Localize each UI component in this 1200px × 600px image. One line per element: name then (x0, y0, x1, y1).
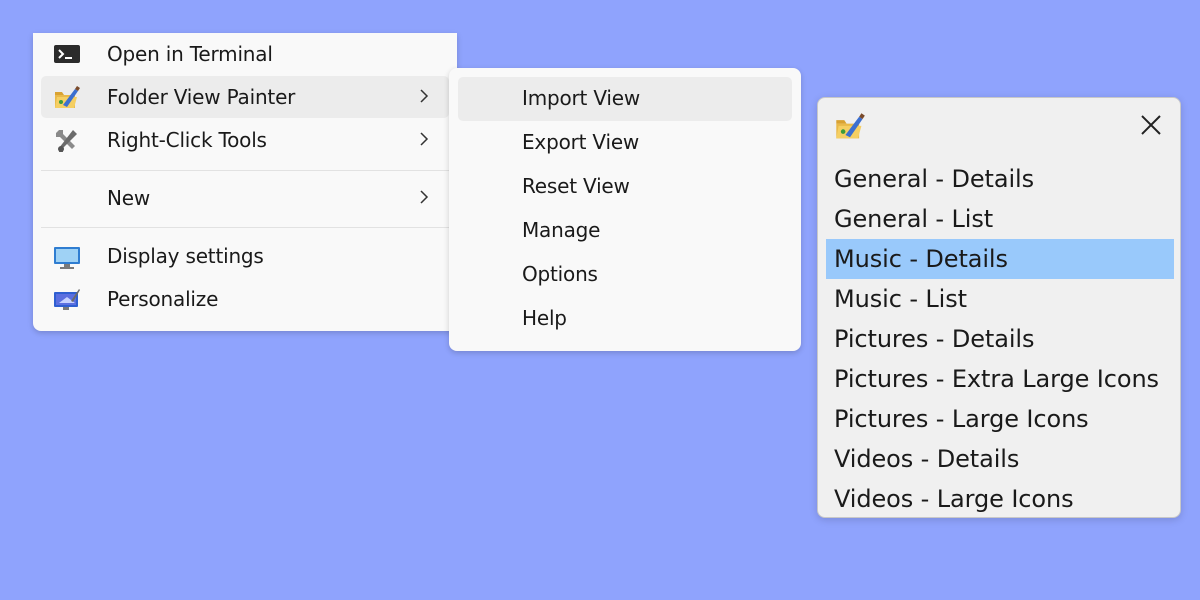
view-list-item-selected[interactable]: Music - Details (826, 239, 1174, 279)
submenu-item-options[interactable]: Options (458, 253, 792, 297)
submenu-item-manage[interactable]: Manage (458, 209, 792, 253)
terminal-icon (53, 42, 81, 66)
view-list-item[interactable]: Pictures - Large Icons (826, 399, 1174, 439)
chevron-right-icon (419, 189, 429, 205)
submenu-item-label: Reset View (522, 174, 630, 198)
view-list-popup: General - Details General - List Music -… (817, 97, 1181, 518)
chevron-right-icon (419, 131, 429, 147)
folder-view-painter-submenu: Import View Export View Reset View Manag… (449, 68, 801, 351)
menu-separator (41, 170, 449, 171)
view-list-item[interactable]: Music - List (826, 279, 1174, 319)
menu-item-label: Folder View Painter (107, 85, 296, 109)
menu-item-label: New (107, 186, 151, 210)
view-list-item[interactable]: General - List (826, 199, 1174, 239)
folder-view-painter-icon (53, 85, 81, 109)
submenu-item-export-view[interactable]: Export View (458, 121, 792, 165)
folder-view-painter-icon (834, 112, 866, 142)
menu-item-display-settings[interactable]: Display settings (41, 235, 449, 277)
personalize-icon (53, 287, 81, 311)
view-list-item[interactable]: Videos - Details (826, 439, 1174, 479)
menu-item-right-click-tools[interactable]: Right-Click Tools (41, 119, 449, 161)
menu-item-label: Personalize (107, 287, 219, 311)
menu-item-label: Display settings (107, 244, 264, 268)
tools-icon (53, 128, 81, 152)
view-list: General - Details General - List Music -… (826, 159, 1174, 517)
menu-item-open-in-terminal[interactable]: Open in Terminal (41, 33, 449, 75)
menu-item-folder-view-painter[interactable]: Folder View Painter (41, 76, 449, 118)
view-list-item[interactable]: Videos - Large Icons (826, 479, 1174, 517)
submenu-item-label: Options (522, 262, 598, 286)
menu-item-label: Right-Click Tools (107, 128, 267, 152)
submenu-item-import-view[interactable]: Import View (458, 77, 792, 121)
submenu-item-label: Export View (522, 130, 640, 154)
close-icon (1141, 115, 1161, 135)
submenu-item-label: Import View (522, 86, 640, 110)
view-list-item[interactable]: General - Details (826, 159, 1174, 199)
menu-item-personalize[interactable]: Personalize (41, 278, 449, 320)
submenu-item-reset-view[interactable]: Reset View (458, 165, 792, 209)
menu-separator (41, 227, 449, 228)
submenu-item-help[interactable]: Help (458, 297, 792, 341)
view-list-item[interactable]: Pictures - Extra Large Icons (826, 359, 1174, 399)
menu-item-new[interactable]: New (41, 177, 449, 219)
monitor-icon (53, 244, 81, 269)
submenu-item-label: Help (522, 306, 567, 330)
view-list-item[interactable]: Pictures - Details (826, 319, 1174, 359)
menu-item-label: Open in Terminal (107, 42, 273, 66)
submenu-item-label: Manage (522, 218, 601, 242)
chevron-right-icon (419, 88, 429, 104)
context-menu: Open in Terminal Folder View Painter Rig… (33, 33, 457, 331)
close-button[interactable] (1136, 110, 1166, 140)
